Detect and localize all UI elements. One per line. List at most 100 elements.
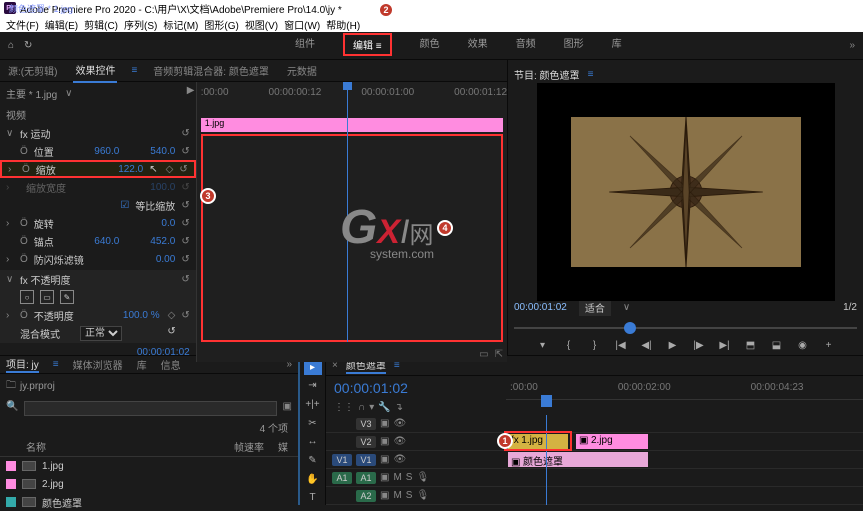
fx-playhead[interactable] [347, 82, 348, 342]
fx-position-x[interactable]: 960.0 [69, 146, 119, 157]
link-icon[interactable]: ∩ [358, 402, 365, 413]
pen-tool-icon[interactable]: ✎ [304, 453, 322, 468]
export-frame-icon[interactable]: ◉ [795, 340, 811, 351]
fx-anchor[interactable]: 锚点 [34, 234, 64, 249]
fx-scale-value[interactable]: 122.0 [93, 164, 143, 175]
razor-tool-icon[interactable]: ✂ [304, 416, 322, 431]
menu-view[interactable]: 视图(V) [243, 17, 280, 31]
search-icon[interactable]: 🔍 [6, 401, 18, 416]
effect-controls-timeline[interactable]: ▶ :00:00 00:00:00:12 00:00:01:00 00:00:0… [196, 82, 507, 362]
ripple-tool-icon[interactable]: +|+ [304, 397, 322, 412]
blend-mode-select[interactable]: 正常 [80, 326, 122, 341]
track-v3[interactable]: V3 [356, 418, 376, 430]
list-item[interactable]: 2.jpg [0, 475, 298, 493]
timeline-playhead[interactable] [546, 415, 547, 505]
source-v1[interactable]: V1 [332, 454, 352, 466]
menu-clip[interactable]: 剪辑(C) [82, 17, 120, 31]
filter-icon[interactable]: ▣ [283, 401, 292, 416]
fx-position-y[interactable]: 540.0 [125, 146, 175, 157]
home-icon[interactable]: ⌂ [8, 40, 14, 51]
workspace-libraries[interactable]: 库 [612, 35, 622, 56]
mask-ellipse-icon[interactable]: ○ [20, 290, 34, 304]
type-tool-icon[interactable]: T [304, 490, 322, 505]
fx-position[interactable]: 位置 [34, 144, 64, 159]
tab-menu-icon[interactable]: ≡ [131, 65, 137, 76]
menu-graphics[interactable]: 图形(G) [202, 17, 240, 31]
hand-tool-icon[interactable]: ✋ [304, 472, 322, 487]
timeline-ruler[interactable]: :00:00 00:00:02:00 00:00:04:23 [506, 376, 863, 400]
timeline-timecode[interactable]: 00:00:01:02 [326, 376, 506, 400]
tab-project[interactable]: 项目: jy [6, 356, 39, 373]
workspace-graphics[interactable]: 图形 [564, 35, 584, 56]
marker-icon[interactable]: ▾ [535, 340, 551, 351]
play-icon[interactable]: ▶ [665, 340, 681, 351]
resolution[interactable]: 1/2 [843, 302, 857, 313]
goto-in-icon[interactable]: |◀ [613, 340, 629, 351]
fx-rotation[interactable]: 旋转 [34, 216, 120, 231]
goto-out-icon[interactable]: ▶| [717, 340, 733, 351]
menu-edit[interactable]: 编辑(E) [43, 17, 80, 31]
fx-opacity[interactable]: fx 不透明度 [20, 272, 175, 287]
tab-metadata[interactable]: 元数据 [285, 59, 319, 82]
source-a1[interactable]: A1 [332, 472, 352, 484]
fx-timeline-clip[interactable]: 1.jpg [201, 118, 503, 132]
settings-icon[interactable]: + [821, 340, 837, 351]
marker-add-icon[interactable]: ▾ [369, 402, 374, 413]
col-framerate[interactable]: 帧速率 [234, 439, 264, 454]
track-a2[interactable]: A2 [356, 490, 376, 502]
menu-marker[interactable]: 标记(M) [161, 17, 200, 31]
in-point-icon[interactable]: { [561, 340, 577, 351]
menu-sequence[interactable]: 序列(S) [122, 17, 159, 31]
tab-media-browser[interactable]: 媒体浏览器 [73, 357, 123, 372]
tab-program[interactable]: 节目: 颜色遮罩 [514, 67, 580, 82]
menu-help[interactable]: 帮助(H) [324, 17, 362, 31]
step-fwd-icon[interactable]: |▶ [691, 340, 707, 351]
col-name[interactable]: 名称 [26, 439, 234, 454]
workspace-assembly[interactable]: 组件 [295, 35, 315, 56]
fx-tl-icon[interactable]: ▭ [479, 349, 488, 360]
fx-tl-icon2[interactable]: ⇱ [495, 349, 503, 360]
snap-icon[interactable]: ⋮⋮ [334, 402, 354, 413]
settings-wrench-icon[interactable]: 🔧 [378, 402, 390, 413]
menu-file[interactable]: 文件(F) [4, 17, 41, 31]
mask-rect-icon[interactable]: ▭ [40, 290, 54, 304]
tab-info[interactable]: 信息 [161, 357, 181, 372]
tl-opt-icon[interactable]: ↴ [395, 402, 403, 413]
fx-scale[interactable]: 缩放 [36, 162, 87, 177]
program-scrubber[interactable] [514, 320, 857, 336]
step-back-icon[interactable]: ◀| [639, 340, 655, 351]
slip-tool-icon[interactable]: ↔ [304, 435, 322, 450]
menu-window[interactable]: 窗口(W) [282, 17, 322, 31]
overflow-icon[interactable]: » [849, 40, 855, 51]
track-v2[interactable]: V2 [356, 436, 376, 448]
track-v1[interactable]: V1 [356, 454, 376, 466]
tab-source[interactable]: 源:(无剪辑) [6, 59, 59, 82]
lift-icon[interactable]: ⬒ [743, 340, 759, 351]
workspace-audio[interactable]: 音频 [516, 35, 536, 56]
zoom-fit[interactable]: 适合 [579, 299, 611, 316]
mask-pen-icon[interactable]: ✎ [60, 290, 74, 304]
program-monitor[interactable] [514, 90, 857, 293]
list-item[interactable]: 1.jpg [0, 457, 298, 475]
uniform-scale-checkbox[interactable]: ☑ [120, 200, 129, 211]
workspace-color[interactable]: 颜色 [420, 35, 440, 56]
reset-icon[interactable]: ↺ [181, 128, 189, 139]
extract-icon[interactable]: ⬓ [769, 340, 785, 351]
tab-effect-controls[interactable]: 效果控件 [73, 58, 117, 83]
workspace-effects[interactable]: 效果 [468, 35, 488, 56]
fx-flicker[interactable]: 防闪烁滤镜 [34, 252, 120, 267]
timeline-content[interactable]: fx 1.jpg ▣ 2.jpg ▣ 颜色遮罩 [506, 415, 863, 505]
fx-opacity-prop[interactable]: 不透明度 [34, 308, 104, 323]
tab-audio-mixer[interactable]: 音频剪辑混合器: 颜色遮罩 [151, 59, 271, 82]
out-point-icon[interactable]: } [587, 340, 603, 351]
project-search-input[interactable] [24, 401, 276, 416]
fx-opacity-value[interactable]: 100.0 % [110, 310, 160, 321]
track-select-tool-icon[interactable]: ⇥ [304, 379, 322, 394]
tab-libraries[interactable]: 库 [137, 357, 147, 372]
selection-tool-icon[interactable]: ▸ [304, 360, 322, 375]
scrubber-handle[interactable] [624, 322, 636, 334]
track-a1[interactable]: A1 [356, 472, 376, 484]
fx-motion[interactable]: fx 运动 [20, 126, 175, 141]
program-timecode[interactable]: 00:00:01:02 [514, 302, 567, 313]
workspace-editing[interactable]: 编辑 ≡ [343, 33, 392, 56]
